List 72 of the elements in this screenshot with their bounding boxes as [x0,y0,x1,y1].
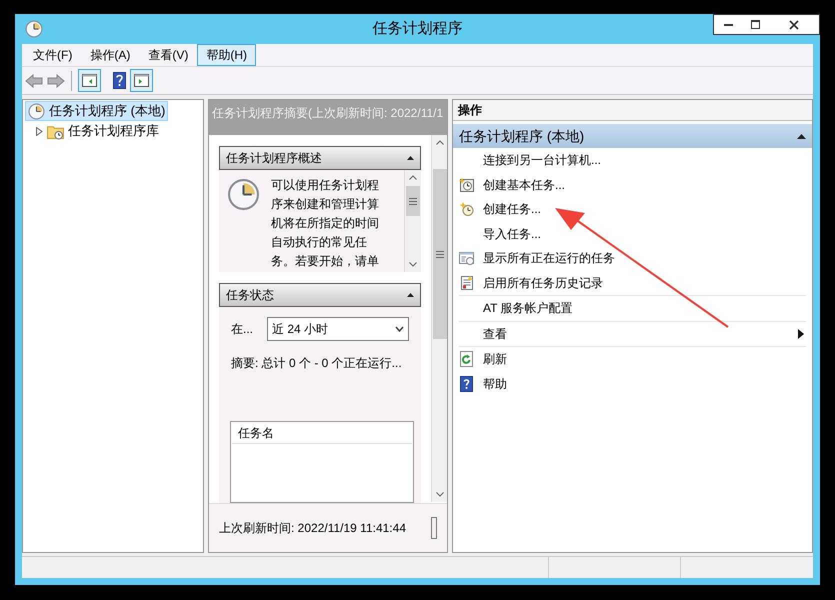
menu-item[interactable]: 文件(F) [24,44,82,66]
window-pane-icon [134,74,149,87]
menu-item[interactable]: 查看(V) [139,44,198,66]
actions-group-header[interactable]: 任务计划程序 (本地) [453,124,812,148]
grip-icon [409,198,417,204]
menu-item[interactable]: 操作(A) [81,44,140,66]
actions-title: 操作 [458,102,482,119]
action-item[interactable]: AT 服务帐户配置 [459,296,806,320]
menu-item[interactable]: 帮助(H) [197,44,256,66]
grip-icon [436,250,444,258]
window-clock-icon [459,250,475,266]
window-title: 任务计划程序 [372,18,462,39]
section-title: 任务状态 [226,287,274,304]
help-icon [459,376,475,392]
section-header[interactable]: 任务计划程序概述 [219,146,421,170]
period-label: 在... [231,321,254,338]
window-pane-icon [82,74,97,87]
overview-text: 务。若要开始，请单 [271,253,380,270]
tree-label: 任务计划程序库 [68,122,159,140]
action-item[interactable]: 启用所有任务历史记录 [459,270,806,295]
last-refresh-text: 上次刷新时间: 2022/11/19 11:41:44 [219,520,406,537]
tree-item[interactable]: 任务计划程序 (本地) [25,101,168,121]
clock-icon [227,178,260,211]
status-summary: 摘要: 总计 0 个 - 0 个正在运行... [231,355,403,372]
tree-label: 任务计划程序 (本地) [49,102,166,120]
clock-star-icon [459,201,475,218]
action-item[interactable]: 刷新 [459,347,806,372]
scroll-up-icon[interactable] [409,175,417,180]
action-item[interactable]: 帮助 [459,372,806,396]
summary-title: 任务计划程序摘要(上次刷新时间: 2022/11/1 [212,106,444,120]
resize-grip[interactable] [431,517,437,539]
scroll-thumb[interactable] [433,169,447,339]
clock-icon [28,102,45,120]
submenu-arrow-icon [798,328,804,339]
help-icon[interactable] [113,72,126,89]
forward-arrow-icon[interactable] [47,74,65,88]
scrollbar[interactable] [431,135,447,502]
expand-arrow-icon[interactable] [36,126,43,136]
show-hide-tree-button[interactable] [78,69,101,92]
close-icon [789,20,799,30]
maximize-icon [751,20,760,29]
column-header[interactable]: 任务名 [232,423,280,443]
clock-icon [25,20,43,38]
section-header[interactable]: 任务状态 [219,283,421,307]
overview-text: 序来创建和管理计算 [271,196,380,213]
scroll-down-icon[interactable] [409,262,417,267]
scrollbar[interactable] [404,170,421,272]
collapse-icon[interactable] [407,156,414,160]
collapse-icon [797,134,806,138]
back-arrow-icon[interactable] [25,74,43,88]
action-item[interactable]: 创建基本任务... [459,172,806,197]
collapse-icon[interactable] [407,293,414,297]
tree-item[interactable]: 任务计划程序库 [33,121,162,141]
scroll-thumb[interactable] [406,186,420,216]
calendar-clock-icon [459,176,475,193]
action-item[interactable]: 创建任务... [459,197,806,222]
overview-text: 可以使用任务计划程 [271,177,380,194]
minimize-icon [724,24,732,26]
section-title: 任务计划程序概述 [226,150,322,167]
scroll-down-icon[interactable] [436,492,444,497]
scroll-up-icon[interactable] [436,140,444,145]
overview-text: 机将在所指定的时间 [271,215,380,232]
overview-text: 自动执行的常见任 [271,234,368,251]
refresh-icon [459,351,475,368]
action-item[interactable]: 导入任务... [459,222,806,246]
action-item[interactable]: 显示所有正在运行的任务 [459,246,806,270]
action-item[interactable]: 查看 [459,322,806,346]
period-dropdown[interactable]: 近 24 小时 [267,317,409,341]
dropdown-caret-icon [395,326,404,332]
notepad-icon [459,274,475,291]
show-hide-action-pane-button[interactable] [130,69,153,92]
action-item[interactable]: 连接到另一台计算机... [459,148,806,172]
